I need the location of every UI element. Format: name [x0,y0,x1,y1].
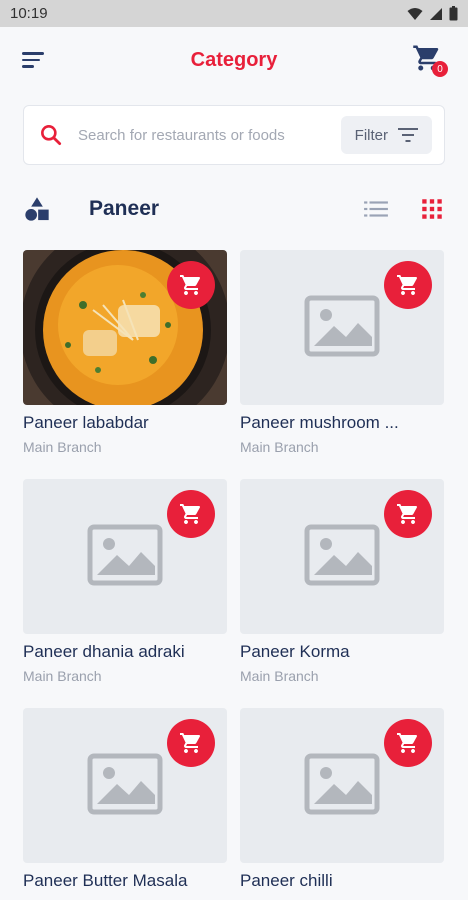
filter-label: Filter [354,126,388,144]
product-name: Paneer Butter Masala [23,871,188,890]
product-card[interactable]: Paneer lababdar Main Branch [23,250,227,479]
cart-count-badge: 0 [432,61,448,77]
cart-icon [397,504,418,524]
product-name: Paneer mushroom ... [240,413,399,432]
filter-icon [398,128,418,142]
product-card[interactable]: Paneer dhania adraki Main Branch [23,479,227,708]
image-placeholder-icon [87,753,163,815]
product-branch: Main Branch [240,668,319,684]
product-name: Paneer dhania adraki [23,642,185,661]
add-to-cart-button[interactable] [384,261,432,309]
add-to-cart-button[interactable] [167,490,215,538]
product-grid: Paneer lababdar Main Branch Paneer mushr… [0,250,468,900]
search-bar: Filter [23,105,445,165]
cart-icon [180,504,201,524]
add-to-cart-button[interactable] [167,261,215,309]
product-image [240,479,444,634]
product-branch: Main Branch [240,439,319,455]
add-to-cart-button[interactable] [384,490,432,538]
category-header: Paneer [0,179,468,239]
status-time: 10:19 [10,5,48,22]
category-title: Paneer [89,197,160,220]
product-name: Paneer chilli [240,871,333,890]
product-card[interactable]: Paneer Korma Main Branch [240,479,444,708]
battery-icon [449,6,458,21]
cart-icon [180,275,201,295]
cart-button[interactable]: 0 [412,43,448,77]
search-icon [41,125,62,146]
image-placeholder-icon [304,753,380,815]
cart-icon [397,275,418,295]
product-card[interactable]: Paneer Butter Masala Main Branch [23,708,227,900]
page-title: Category [190,48,278,71]
product-card[interactable]: Paneer chilli Main Branch [240,708,444,900]
status-bar: 10:19 [0,0,468,27]
image-placeholder-icon [304,524,380,586]
search-input[interactable] [78,126,341,144]
image-placeholder-icon [87,524,163,586]
add-to-cart-button[interactable] [167,719,215,767]
product-card[interactable]: Paneer mushroom ... Main Branch [240,250,444,479]
grid-view-icon[interactable] [419,196,445,222]
product-image [240,708,444,863]
signal-icon [430,7,442,20]
cart-icon [180,733,201,753]
product-name: Paneer lababdar [23,413,149,432]
wifi-icon [407,7,423,20]
shapes-icon [25,197,49,221]
status-icons [407,6,458,21]
product-image [240,250,444,405]
image-placeholder-icon [304,295,380,357]
filter-button[interactable]: Filter [340,116,432,154]
add-to-cart-button[interactable] [384,719,432,767]
product-name: Paneer Korma [240,642,350,661]
product-image [23,479,227,634]
cart-icon [397,733,418,753]
product-branch: Main Branch [23,439,102,455]
app-bar: Category 0 [0,27,468,93]
product-branch: Main Branch [23,668,102,684]
product-image [23,708,227,863]
list-view-icon[interactable] [363,196,389,222]
menu-icon[interactable] [22,48,46,72]
product-image [23,250,227,405]
